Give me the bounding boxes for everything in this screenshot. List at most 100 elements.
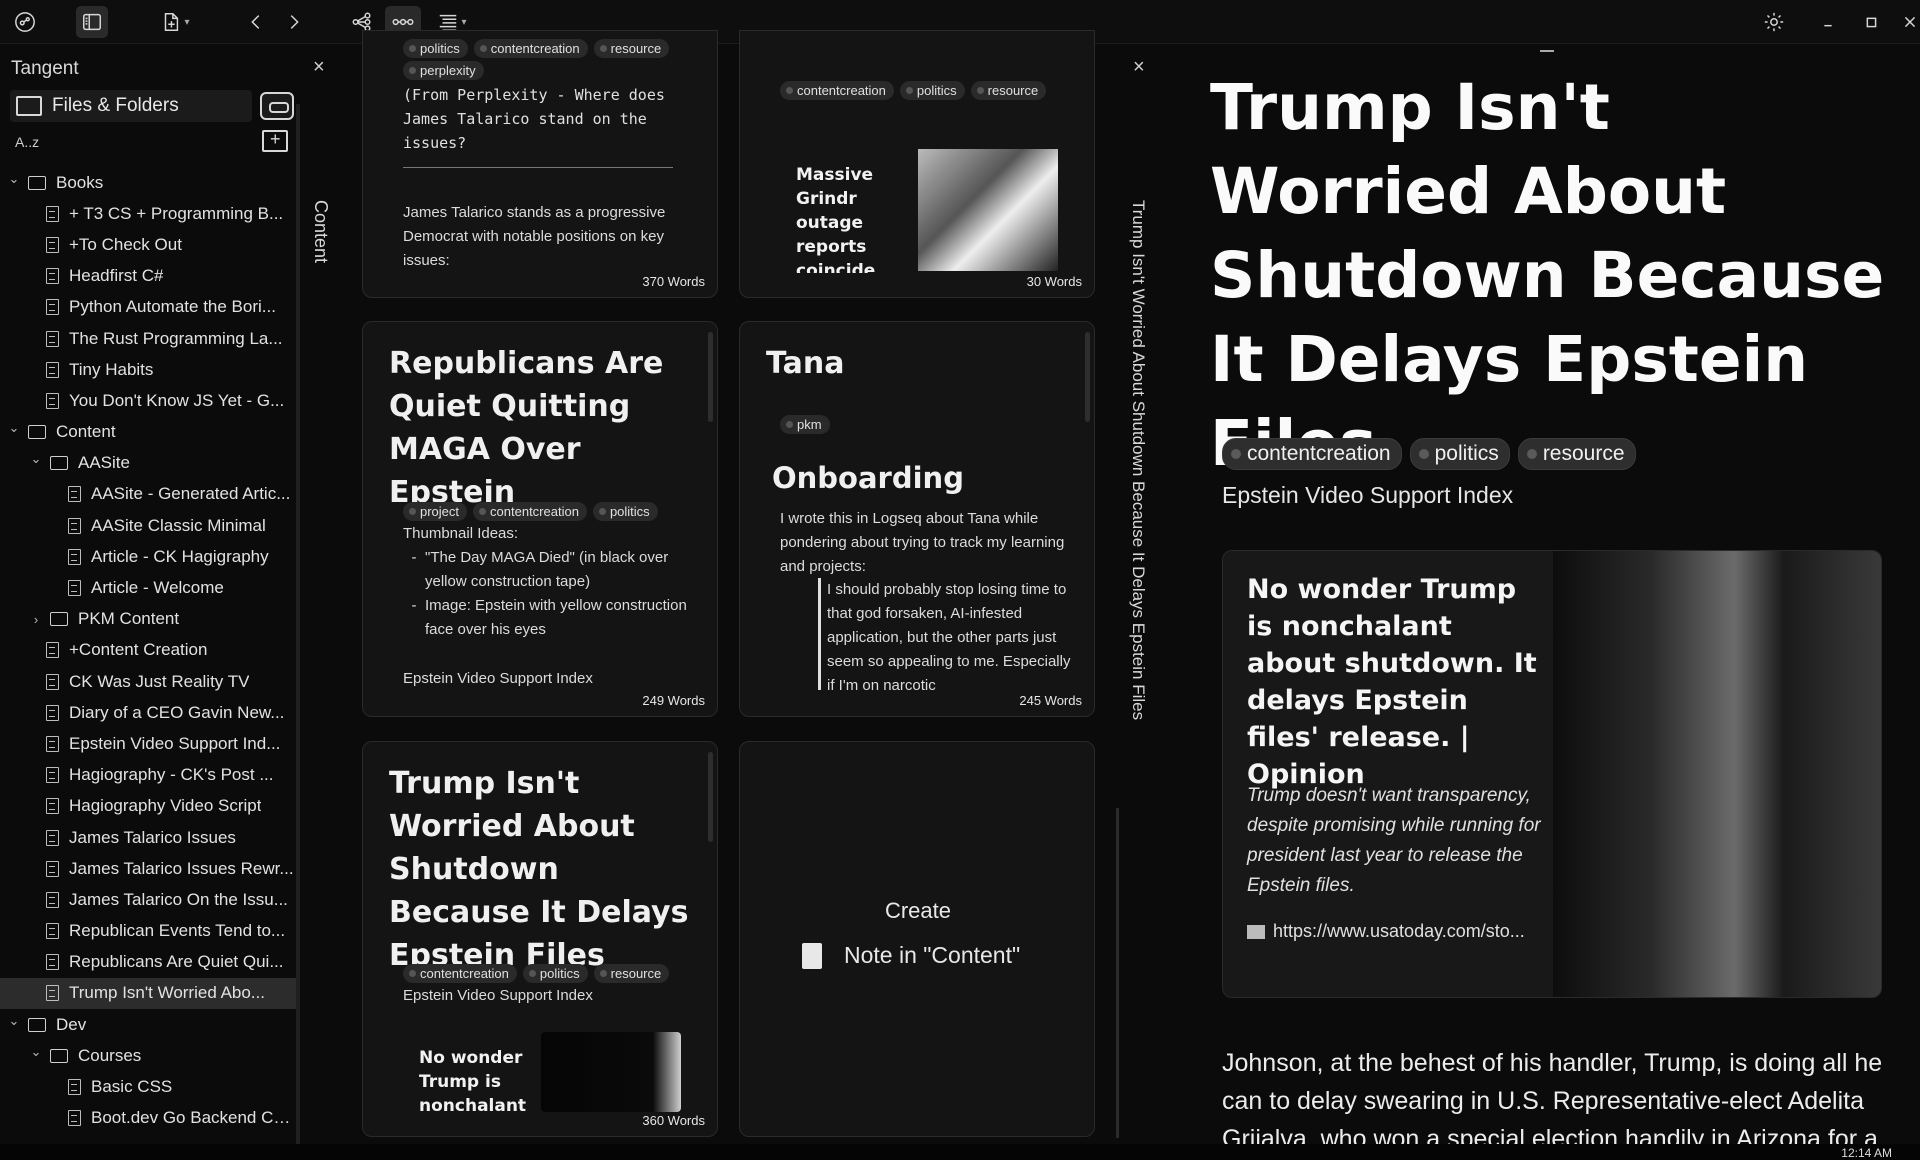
chevron-down-icon[interactable]: ⌄ xyxy=(28,451,44,467)
settings-icon[interactable] xyxy=(1758,6,1790,38)
tree-file[interactable]: Trump Isn't Worried Abo... xyxy=(0,977,296,1010)
chevron-down-icon[interactable]: ⌄ xyxy=(6,420,22,436)
tag[interactable]: resource xyxy=(1517,438,1636,470)
card-scrollbar[interactable] xyxy=(1085,332,1090,422)
tag[interactable]: contentcreation xyxy=(473,39,588,58)
chevron-down-icon[interactable]: ⌄ xyxy=(6,171,22,187)
file-icon xyxy=(46,704,59,721)
document-title[interactable]: Trump Isn't Worried About Shutdown Becau… xyxy=(1210,66,1910,486)
tree-file[interactable]: +Content Creation xyxy=(0,635,296,666)
note-card-grindr[interactable]: contentcreation politics resource Massive … xyxy=(739,30,1095,298)
tree-file[interactable]: AASite Classic Minimal xyxy=(0,510,296,541)
tree-file[interactable]: The Rust Programming La... xyxy=(0,323,296,354)
tree-file[interactable]: James Talarico On the Issu... xyxy=(0,884,296,915)
tag[interactable]: politics xyxy=(899,81,965,100)
files-folders-tab[interactable]: Files & Folders xyxy=(10,90,252,122)
tree-file[interactable]: Article - Welcome xyxy=(0,572,296,603)
tag[interactable]: contentcreation xyxy=(1222,438,1402,470)
tag[interactable]: perplexity xyxy=(403,61,484,80)
minimize-icon[interactable] xyxy=(1812,6,1844,38)
note-card-trump[interactable]: Trump Isn't Worried About Shutdown Becau… xyxy=(362,741,718,1137)
chevron-down-icon[interactable]: ⌄ xyxy=(28,1044,44,1060)
tag[interactable]: resource xyxy=(593,964,670,983)
card-title: Republicans Are Quiet Quitting MAGA Over… xyxy=(389,346,664,510)
new-folder-icon[interactable] xyxy=(262,129,288,152)
forward-icon[interactable] xyxy=(278,6,310,38)
note-card-republicans[interactable]: Republicans Are Quiet Quitting MAGA Over… xyxy=(362,321,718,717)
tag[interactable]: contentcreation xyxy=(403,964,517,983)
tag[interactable]: contentcreation xyxy=(780,81,894,100)
card-ref[interactable]: Epstein Video Support Index xyxy=(403,984,593,1008)
tree-file[interactable]: + T3 CS + Programming B... xyxy=(0,198,296,229)
tree-file[interactable]: Basic CSS xyxy=(0,1071,296,1102)
file-icon xyxy=(68,1110,81,1127)
drag-handle[interactable] xyxy=(1540,50,1554,52)
file-icon xyxy=(68,486,81,503)
tag[interactable]: resource xyxy=(970,81,1047,100)
tree-item-label: Basic CSS xyxy=(91,1077,173,1097)
tree-file[interactable]: Hagiography - CK's Post ... xyxy=(0,760,296,791)
document-body[interactable]: Johnson, at the behest of his handler, T… xyxy=(1222,1044,1892,1158)
tag[interactable]: politics xyxy=(1409,438,1510,470)
embed-title: No wonder Trump is nonchalant about shut… xyxy=(1247,574,1537,790)
file-icon xyxy=(46,829,59,846)
create-label: Create xyxy=(884,898,952,923)
tree-file[interactable]: Python Automate the Bori... xyxy=(0,292,296,323)
tree-file[interactable]: Diary of a CEO Gavin New... xyxy=(0,697,296,728)
tag[interactable]: resource xyxy=(593,39,670,58)
tree-folder[interactable]: ⌄ AASite xyxy=(0,448,296,479)
tree-file[interactable]: You Don't Know JS Yet - G... xyxy=(0,385,296,416)
tree-folder[interactable]: ⌄ Dev xyxy=(0,1009,296,1040)
graph-icon[interactable] xyxy=(9,6,41,38)
note-card-tana[interactable]: Tana pkm Onboarding I wrote this in Logs… xyxy=(739,321,1095,717)
tree-file[interactable]: Boot.dev Go Backend Co... xyxy=(0,1103,296,1134)
card-ref[interactable]: Epstein Video Support Index xyxy=(403,667,593,691)
tree-folder[interactable]: › PKM Content xyxy=(0,604,296,635)
toggle-icon[interactable] xyxy=(260,92,294,120)
chevron-right-icon[interactable]: › xyxy=(28,612,44,627)
tree-file[interactable]: Republicans Are Quiet Qui... xyxy=(0,947,296,978)
tree-folder[interactable]: ⌄ Content xyxy=(0,417,296,448)
tag[interactable]: project xyxy=(403,502,468,521)
tree-file[interactable]: Tiny Habits xyxy=(0,354,296,385)
chevron-down-icon[interactable]: ⌄ xyxy=(6,1013,22,1029)
content-pane-label[interactable]: Content xyxy=(310,200,331,263)
document-tags: contentcreation politics resource xyxy=(1222,438,1636,470)
tree-item-label: Tiny Habits xyxy=(69,359,154,379)
tag[interactable]: politics xyxy=(403,39,468,58)
link-embed-card[interactable]: No wonder Trump is nonchalant about shut… xyxy=(1222,550,1882,998)
tree-file[interactable]: AASite - Generated Artic... xyxy=(0,479,296,510)
sidebar-close-icon[interactable]: × xyxy=(313,56,325,79)
close-icon[interactable] xyxy=(1894,6,1920,38)
pane-scrollbar[interactable] xyxy=(1116,808,1119,1138)
back-icon[interactable] xyxy=(240,6,272,38)
tree-file[interactable]: CK Was Just Reality TV xyxy=(0,666,296,697)
embed-url[interactable]: https://www.usatoday.com/sto... xyxy=(1247,921,1525,942)
maximize-icon[interactable] xyxy=(1855,6,1887,38)
note-card-talarico[interactable]: politics contentcreation resource perplexi… xyxy=(362,30,718,298)
sort-button[interactable]: A..z xyxy=(15,134,39,150)
tree-file[interactable]: Article - CK Hagigraphy xyxy=(0,541,296,572)
tag[interactable]: pkm xyxy=(780,415,830,434)
tree-file[interactable]: Epstein Video Support Ind... xyxy=(0,728,296,759)
sidebar-toggle-icon[interactable] xyxy=(76,6,108,38)
new-note-icon[interactable]: ▾ xyxy=(150,6,200,38)
tag[interactable]: politics xyxy=(592,502,658,521)
create-note-card[interactable]: Create Note in "Content" xyxy=(739,741,1095,1137)
tree-file[interactable]: Hagiography Video Script xyxy=(0,791,296,822)
tree-file[interactable]: Republican Events Tend to... xyxy=(0,916,296,947)
tree-file[interactable]: James Talarico Issues Rewr... xyxy=(0,853,296,884)
card-scrollbar[interactable] xyxy=(708,332,713,422)
tree-file[interactable]: James Talarico Issues xyxy=(0,822,296,853)
tree-file[interactable]: Headfirst C# xyxy=(0,261,296,292)
tag-row: perplexity xyxy=(403,61,484,80)
document-ref[interactable]: Epstein Video Support Index xyxy=(1222,482,1513,509)
sidebar-scrollbar[interactable] xyxy=(296,104,300,1144)
tree-file[interactable]: +To Check Out xyxy=(0,229,296,260)
tree-folder[interactable]: ⌄ Books xyxy=(0,167,296,198)
create-note-button[interactable]: Note in "Content" xyxy=(802,942,1020,969)
tag[interactable]: contentcreation xyxy=(473,502,587,521)
card-scrollbar[interactable] xyxy=(708,752,713,842)
tree-folder[interactable]: ⌄ Courses xyxy=(0,1040,296,1071)
tag[interactable]: politics xyxy=(522,964,588,983)
